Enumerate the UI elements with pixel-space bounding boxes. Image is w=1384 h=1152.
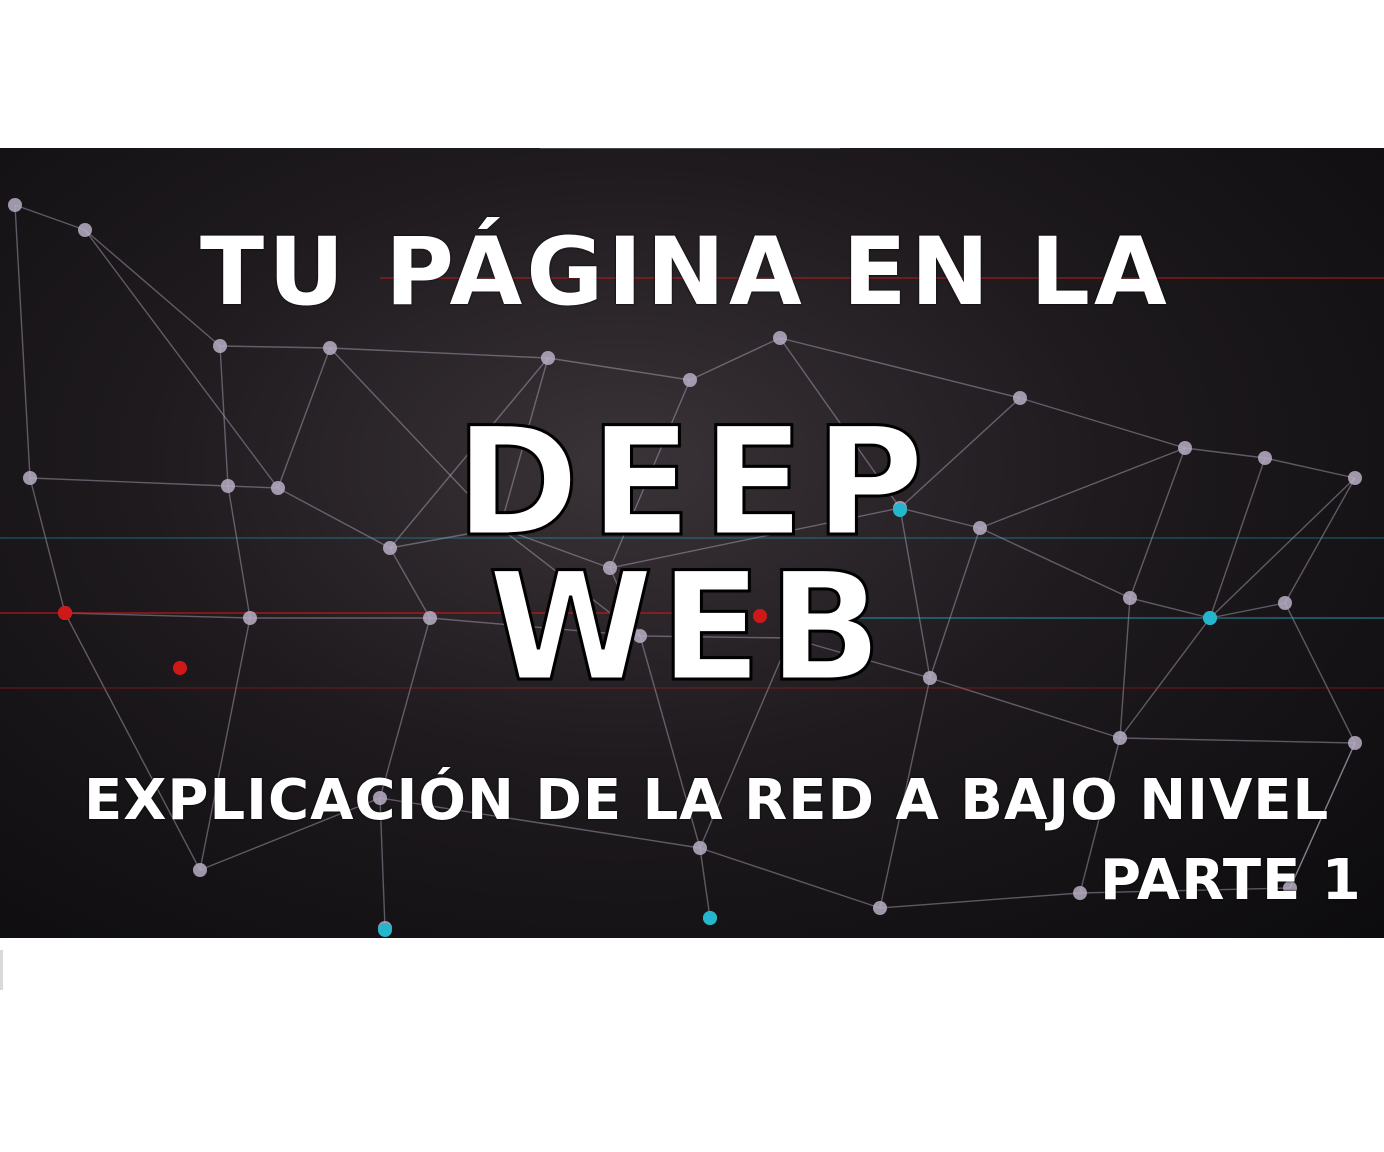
title-line: TU PÁGINA EN LA	[200, 218, 1171, 327]
network-node	[221, 479, 235, 493]
network-link	[1119, 737, 1356, 744]
network-node	[383, 541, 397, 555]
subtitle: EXPLICACIÓN DE LA RED A BAJO NIVEL	[84, 768, 1330, 833]
network-node	[1348, 471, 1362, 485]
network-link	[389, 547, 431, 619]
network-node-red	[58, 606, 72, 620]
network-node	[693, 841, 707, 855]
network-node	[243, 611, 257, 625]
network-node	[8, 198, 22, 212]
network-link	[227, 485, 251, 619]
network-node-red	[173, 661, 187, 675]
network-node	[1278, 596, 1292, 610]
network-link	[879, 892, 1081, 909]
network-link	[1284, 602, 1356, 744]
network-node	[1073, 886, 1087, 900]
network-node	[271, 481, 285, 495]
network-node-cyan	[703, 911, 717, 925]
network-link	[219, 345, 331, 349]
network-node	[213, 339, 227, 353]
network-link	[14, 204, 31, 479]
title-deep: DEEP	[453, 396, 935, 570]
network-link	[1264, 457, 1356, 479]
network-node	[23, 471, 37, 485]
network-node	[873, 901, 887, 915]
network-node-cyan	[1203, 611, 1217, 625]
network-node	[683, 373, 697, 387]
network-node	[1178, 441, 1192, 455]
network-link	[14, 204, 86, 231]
network-node	[1113, 731, 1127, 745]
title-web: WEB	[486, 541, 889, 715]
network-link	[1129, 447, 1186, 599]
network-node	[1258, 451, 1272, 465]
network-link	[1119, 617, 1211, 739]
network-link	[29, 477, 229, 487]
network-link	[277, 347, 331, 489]
network-node	[323, 341, 337, 355]
part-label: PARTE 1	[1100, 848, 1362, 913]
network-link	[1019, 397, 1186, 449]
network-node	[923, 671, 937, 685]
network-link	[1129, 597, 1211, 619]
network-link	[227, 485, 279, 489]
network-node	[78, 223, 92, 237]
network-link	[1209, 602, 1286, 619]
banner-image: TU PÁGINA EN LA DEEP WEB EXPLICACIÓN DE …	[0, 148, 1384, 938]
network-link	[689, 337, 781, 381]
network-node	[193, 863, 207, 877]
network-link	[547, 357, 691, 381]
network-node	[423, 611, 437, 625]
network-node	[1348, 736, 1362, 750]
network-node	[1123, 591, 1137, 605]
network-link	[929, 527, 981, 679]
network-node-cyan	[378, 923, 392, 937]
network-node	[773, 331, 787, 345]
edge-mark	[0, 950, 3, 990]
network-node	[1013, 391, 1027, 405]
network-node	[973, 521, 987, 535]
network-link	[329, 347, 549, 359]
network-link	[29, 477, 66, 614]
network-link	[1184, 447, 1266, 459]
network-link	[699, 847, 881, 909]
network-link	[699, 847, 711, 919]
network-node	[541, 351, 555, 365]
network-link	[1284, 477, 1356, 604]
network-link	[979, 447, 1186, 529]
